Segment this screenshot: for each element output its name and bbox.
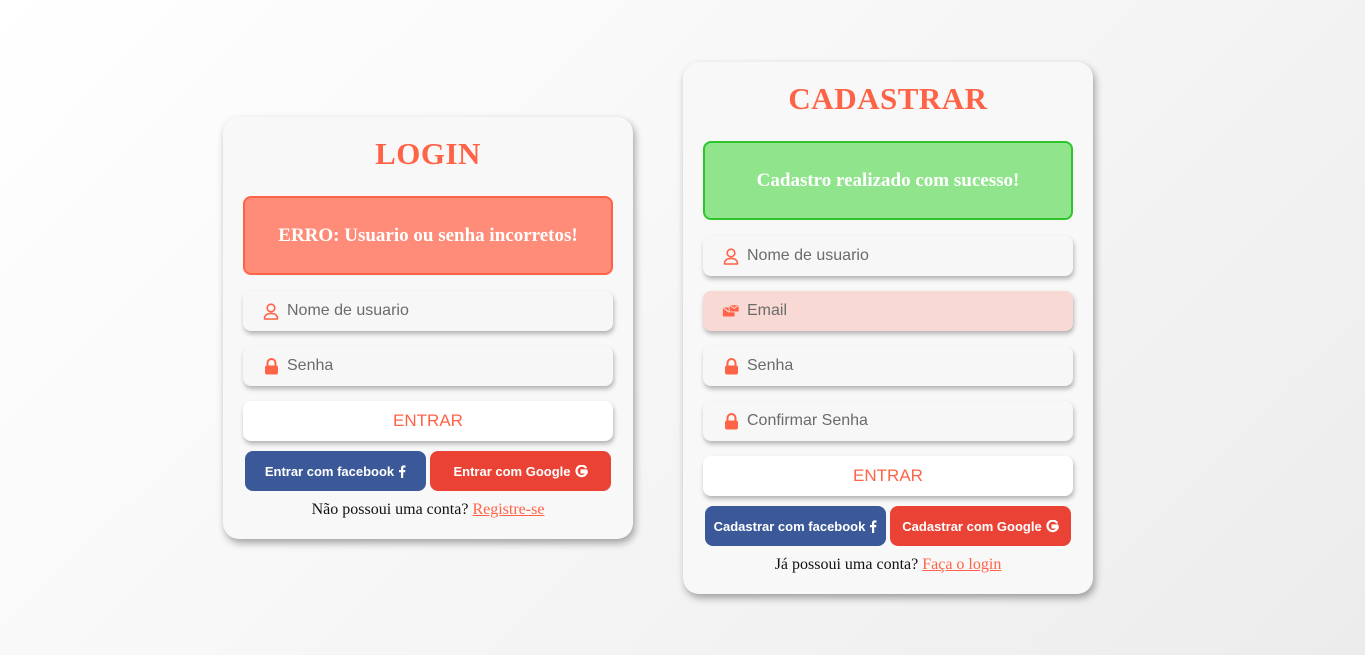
login-facebook-label: Entrar com facebook: [264, 463, 395, 479]
login-username-input[interactable]: [287, 296, 587, 326]
login-link[interactable]: Faça o login: [922, 556, 1001, 573]
login-footer-text: Não possoui uma conta?: [311, 501, 469, 518]
register-password-input[interactable]: [747, 351, 1047, 381]
google-icon: [1046, 519, 1059, 533]
lock-icon: [722, 412, 740, 430]
register-username-input[interactable]: [747, 241, 1047, 271]
envelope-icon: [722, 302, 740, 320]
register-footer: Já possoui uma conta? Faça o login: [683, 556, 1093, 574]
login-footer: Não possoui uma conta? Registre-se: [223, 501, 633, 519]
login-submit-button[interactable]: ENTRAR: [243, 401, 613, 441]
login-password-input[interactable]: [287, 351, 587, 381]
register-google-button[interactable]: Cadastrar com Google: [890, 506, 1071, 546]
register-facebook-label: Cadastrar com facebook: [713, 518, 866, 534]
facebook-icon: [398, 464, 406, 478]
login-error-alert: ERRO: Usuario ou senha incorretos!: [243, 196, 613, 275]
login-password-field[interactable]: [243, 346, 613, 386]
login-social-row: Entrar com facebook Entrar com Google: [245, 451, 611, 491]
login-title: LOGIN: [375, 136, 481, 171]
register-footer-text: Já possoui uma conta?: [774, 556, 919, 573]
register-email-input[interactable]: [747, 296, 1047, 326]
register-success-alert: Cadastro realizado com sucesso!: [703, 141, 1073, 220]
login-google-button[interactable]: Entrar com Google: [430, 451, 611, 491]
lock-icon: [722, 357, 740, 375]
register-confirm-password-input[interactable]: [747, 406, 1047, 436]
facebook-icon: [869, 519, 877, 533]
register-card: CADASTRAR Cadastro realizado com sucesso…: [683, 62, 1093, 594]
login-facebook-button[interactable]: Entrar com facebook: [245, 451, 426, 491]
user-icon: [722, 247, 740, 265]
register-title: CADASTRAR: [788, 81, 988, 116]
login-card: LOGIN ERRO: Usuario ou senha incorretos!…: [223, 117, 633, 539]
register-confirm-password-field[interactable]: [703, 401, 1073, 441]
register-facebook-button[interactable]: Cadastrar com facebook: [705, 506, 886, 546]
register-submit-button[interactable]: ENTRAR: [703, 456, 1073, 496]
register-link[interactable]: Registre-se: [472, 501, 544, 518]
register-email-field[interactable]: [703, 291, 1073, 331]
login-google-label: Entrar com Google: [453, 463, 571, 479]
register-password-field[interactable]: [703, 346, 1073, 386]
login-username-field[interactable]: [243, 291, 613, 331]
user-icon: [262, 302, 280, 320]
register-username-field[interactable]: [703, 236, 1073, 276]
lock-icon: [262, 357, 280, 375]
google-icon: [574, 464, 588, 478]
register-social-row: Cadastrar com facebook Cadastrar com Goo…: [705, 506, 1071, 546]
register-google-label: Cadastrar com Google: [902, 518, 1042, 534]
